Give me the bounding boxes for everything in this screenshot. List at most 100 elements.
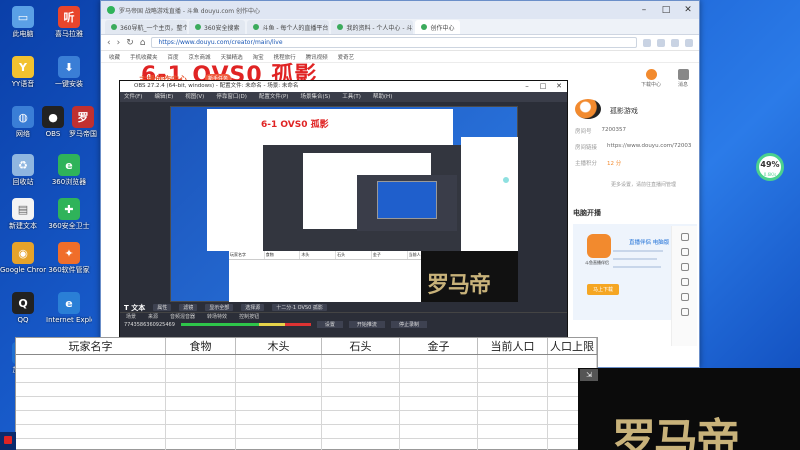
forward-icon[interactable]: ›: [117, 38, 121, 48]
column-header[interactable]: 玩家名字: [16, 338, 166, 354]
properties-button[interactable]: 属性: [153, 304, 172, 311]
messages-button[interactable]: 消息: [673, 69, 693, 88]
desktop-icon[interactable]: e Internet Explorer: [46, 290, 92, 340]
column-header[interactable]: 木头: [236, 338, 322, 354]
obs-titlebar[interactable]: OBS 27.2.4 (64-bit, windows) - 配置文件: 未命名…: [120, 81, 567, 92]
desktop-icon-label: 回收站: [12, 178, 34, 186]
desktop-icon[interactable]: ◉ Google Chrome: [0, 240, 46, 290]
resize-grip-icon[interactable]: ⇲: [580, 369, 598, 381]
desktop-icon[interactable]: e 360浏览器: [46, 152, 92, 202]
preview-desktop: 6-1 OVS0 孤影 玩家名字食物木头石头金子当前人口人口上限 罗马帝: [170, 106, 518, 302]
rail-icon[interactable]: [680, 263, 689, 271]
extension-icon[interactable]: [657, 38, 665, 47]
browser-tab[interactable]: 斗鱼 - 每个人的直播平台: [247, 20, 330, 34]
start-icon[interactable]: [4, 436, 12, 444]
desktop-icon[interactable]: ✚ 360安全卫士: [46, 196, 92, 246]
refresh-icon[interactable]: ↻: [126, 38, 134, 48]
card-title: 直播伴侣 电脑版: [629, 240, 670, 246]
favicon-icon: [195, 24, 201, 30]
obs-menu-item[interactable]: 场景集合(S): [300, 92, 330, 102]
desktop-icon[interactable]: Q QQ: [0, 290, 46, 340]
app-icon: 听: [58, 6, 80, 28]
rail-icon[interactable]: [680, 293, 689, 301]
browser-titlebar[interactable]: 罗马帝国 战略游戏直播 - 斗鱼 douyu.com 创作中心 – □ ✕: [101, 1, 699, 19]
stop-recording-button[interactable]: 停止录制: [390, 321, 427, 328]
gridline: [477, 355, 478, 450]
obs-menu-item[interactable]: 编辑(E): [154, 92, 173, 102]
download-center-button[interactable]: 下载中心: [641, 69, 661, 88]
start-streaming-button[interactable]: 开始推流: [348, 321, 385, 328]
obs-menu-item[interactable]: 文件(F): [124, 92, 142, 102]
points-row: 主播积分 12 分: [575, 161, 622, 167]
obs-menu-item[interactable]: 停靠窗口(D): [216, 92, 247, 102]
browser-tabs: 360导航_一个主页，整个世界 360安全搜索 斗鱼 - 每个人的直播平台 我的资料 …: [101, 19, 699, 35]
favorite-link[interactable]: 收藏: [109, 53, 120, 61]
more-settings-link[interactable]: 更多设置，请前往直播间管理: [611, 181, 699, 188]
download-button[interactable]: 马上下载: [587, 284, 620, 295]
maximize-icon[interactable]: □: [655, 5, 677, 15]
desktop-icon[interactable]: ✦ 360软件管家: [46, 240, 92, 290]
app-icon: ▭: [12, 6, 34, 28]
desktop-icon[interactable]: ▭ 此电脑: [0, 4, 46, 54]
column-header[interactable]: 当前人口: [478, 338, 548, 354]
home-icon[interactable]: ⌂: [140, 38, 146, 48]
extension-icon[interactable]: [643, 38, 651, 47]
filters-button[interactable]: 滤镜: [179, 304, 198, 311]
obs-menu-item[interactable]: 帮助(H): [373, 92, 392, 102]
desktop-icon[interactable]: 听喜马拉雅: [46, 4, 92, 54]
rail-icon[interactable]: [680, 233, 689, 241]
close-icon[interactable]: ✕: [677, 5, 699, 15]
column-header[interactable]: 金子: [400, 338, 478, 354]
text-source-label: T 文本: [124, 303, 146, 312]
gridline: [321, 355, 322, 450]
tab-label: 斗鱼 - 每个人的直播平台: [262, 24, 329, 32]
obs-menu-item[interactable]: 配置文件(P): [259, 92, 289, 102]
desktop-icon-label: 一键安装: [55, 80, 83, 88]
settings-button[interactable]: 设置: [316, 321, 343, 328]
show-all-button[interactable]: 显示全部: [205, 304, 234, 311]
column-header[interactable]: 人口上限: [548, 338, 597, 354]
app-icon: e: [58, 154, 80, 176]
extension-icon[interactable]: [671, 38, 679, 47]
text-source-name[interactable]: 十二分·1 OVS0 孤影: [272, 304, 327, 311]
browser-tab[interactable]: 360安全搜索: [189, 20, 246, 34]
close-icon[interactable]: ✕: [551, 81, 567, 92]
preview-blue: [377, 181, 437, 219]
browser-tab[interactable]: 我的资料 - 个人中心 - 斗鱼: [331, 20, 414, 34]
back-icon[interactable]: ‹: [107, 38, 111, 48]
minimize-icon[interactable]: –: [519, 81, 535, 92]
gridline: [399, 355, 400, 450]
column-header[interactable]: 石头: [322, 338, 400, 354]
minimize-icon[interactable]: –: [633, 5, 655, 15]
douyu-app-icon: [587, 234, 611, 258]
favorite-link[interactable]: 爱奇艺: [338, 53, 355, 61]
desktop-icon-label: Internet Explorer: [46, 316, 92, 324]
rail-icon[interactable]: [680, 248, 689, 256]
rail-icon[interactable]: [680, 278, 689, 286]
select-source-button[interactable]: 选择源: [241, 304, 265, 311]
obs-menu-item[interactable]: 工具(T): [342, 92, 361, 102]
browser-tab[interactable]: 创作中心: [415, 20, 461, 34]
source-item[interactable]: 7743586360925469: [124, 322, 175, 328]
obs-menu-item[interactable]: 视图(V): [185, 92, 204, 102]
tab-label: 我的资料 - 个人中心 - 斗鱼: [346, 24, 414, 32]
rail-icon[interactable]: [680, 308, 689, 316]
desktop-icon[interactable]: Y YY语音: [0, 54, 46, 104]
column-header[interactable]: 食物: [166, 338, 236, 354]
text-line: [613, 266, 661, 268]
desktop-icon-label: QQ: [17, 316, 29, 324]
network-speed-widget[interactable]: 49% 0.6K/s: [756, 153, 784, 181]
menu-icon[interactable]: [685, 38, 693, 47]
maximize-icon[interactable]: □: [535, 81, 551, 92]
desktop-icon-label: 360浏览器: [51, 178, 87, 186]
profile-name: 孤影游戏: [609, 107, 638, 115]
url-input[interactable]: https://www.douyu.com/creator/main/live: [151, 37, 637, 48]
obs-preview[interactable]: 6-1 OVS0 孤影 玩家名字食物木头石头金子当前人口人口上限 罗马帝: [170, 106, 518, 302]
spreadsheet-gridlines: [16, 355, 597, 450]
browser-tab[interactable]: 360导航_一个主页，整个世界: [105, 20, 187, 34]
desktop-icon[interactable]: ▤ 新建文本: [0, 196, 46, 246]
favicon-icon: [337, 24, 344, 30]
desktop-icon[interactable]: ⬇ 一键安装: [46, 54, 92, 104]
desktop-icon[interactable]: ♻ 回收站: [0, 152, 46, 202]
spreadsheet-header: 玩家名字 食物 木头 石头 金子 当前人口 人口上限: [16, 338, 597, 355]
